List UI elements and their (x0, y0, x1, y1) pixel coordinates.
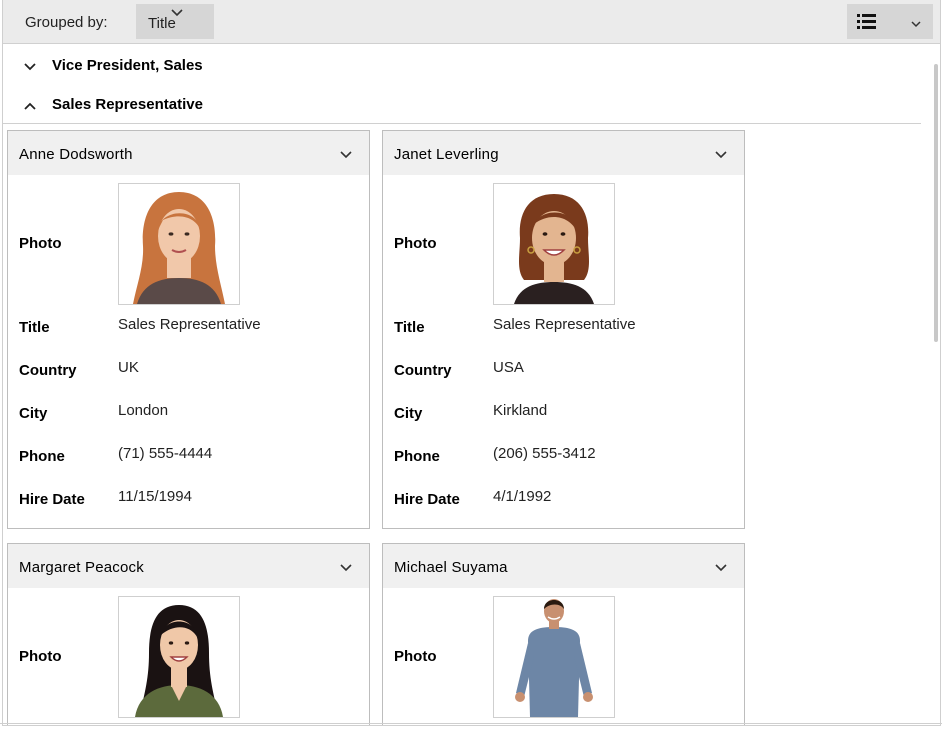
list-view-icon (857, 13, 877, 35)
field-label: Photo (19, 648, 62, 665)
field-label: Phone (19, 448, 65, 465)
field-label: City (19, 405, 48, 422)
field-value: Sales Representative (118, 316, 261, 333)
grouped-by-label: Grouped by: (25, 14, 108, 31)
field-label: Phone (394, 448, 440, 465)
employee-photo (118, 183, 240, 305)
employee-name: Margaret Peacock (19, 559, 144, 576)
field-label: Hire Date (19, 491, 85, 508)
employee-photo (493, 596, 615, 718)
field-value: London (118, 402, 169, 419)
field-row-title: Title Sales Representative (8, 304, 369, 347)
employee-photo (118, 596, 240, 718)
field-label: Country (394, 362, 452, 379)
field-value: Kirkland (493, 402, 548, 419)
photo-row: Photo (383, 588, 744, 718)
field-label: Country (19, 362, 77, 379)
chevron-down-icon[interactable] (339, 560, 353, 578)
group-title: Sales Representative (52, 96, 203, 113)
card-header[interactable]: Anne Dodsworth (8, 131, 369, 175)
field-row-country: Country UK (8, 347, 369, 390)
field-row-hire-date: Hire Date 4/1/1992 (383, 476, 744, 519)
field-row-phone: Phone (206) 555-3412 (383, 433, 744, 476)
field-label: Photo (19, 235, 62, 252)
field-row-city: City Kirkland (383, 390, 744, 433)
field-value: Sales Representative (493, 316, 636, 333)
field-row-city: City London (8, 390, 369, 433)
chevron-down-icon[interactable] (714, 560, 728, 578)
group-header-sales-representative[interactable]: Sales Representative (3, 84, 921, 124)
employee-grouped-view: Grouped by: Title Vice President, Sales … (2, 0, 941, 726)
field-value: 4/1/1992 (493, 488, 552, 505)
group-field-chip[interactable]: Title (136, 4, 214, 39)
field-value: UK (118, 359, 139, 376)
employee-card: Janet Leverling Photo Title Sales Repres… (382, 130, 745, 529)
field-value: 11/15/1994 (118, 488, 192, 505)
chevron-down-icon[interactable] (339, 147, 353, 165)
photo-row: Photo (8, 588, 369, 718)
employee-card: Margaret Peacock Photo (7, 543, 370, 725)
field-row-phone: Phone (71) 555-4444 (8, 433, 369, 476)
field-value: (206) 555-3412 (493, 445, 596, 462)
card-header[interactable]: Janet Leverling (383, 131, 744, 175)
employee-photo (493, 183, 615, 305)
chevron-down-icon (910, 16, 922, 34)
card-header[interactable]: Margaret Peacock (8, 544, 369, 588)
view-mode-dropdown[interactable] (847, 4, 933, 39)
field-label: Title (394, 319, 425, 336)
employee-name: Anne Dodsworth (19, 146, 133, 163)
field-value: USA (493, 359, 524, 376)
photo-row: Photo (8, 175, 369, 305)
group-header-vice-president-sales[interactable]: Vice President, Sales (3, 45, 921, 85)
field-label: City (394, 405, 423, 422)
vertical-scrollbar[interactable] (934, 64, 938, 342)
field-label: Title (19, 319, 50, 336)
employee-name: Michael Suyama (394, 559, 508, 576)
bottom-border (0, 723, 942, 724)
chevron-up-icon[interactable] (23, 98, 37, 116)
grouping-toolbar: Grouped by: Title (3, 0, 940, 44)
field-row-country: Country USA (383, 347, 744, 390)
group-title: Vice President, Sales (52, 57, 203, 74)
field-row-hire-date: Hire Date 11/15/1994 (8, 476, 369, 519)
group-field-label: Title (148, 15, 176, 32)
photo-row: Photo (383, 175, 744, 305)
employee-card: Michael Suyama Photo (382, 543, 745, 725)
chevron-down-icon[interactable] (23, 59, 37, 77)
field-label: Photo (394, 235, 437, 252)
employee-card: Anne Dodsworth Photo Title Sales Represe… (7, 130, 370, 529)
card-header[interactable]: Michael Suyama (383, 544, 744, 588)
field-row-title: Title Sales Representative (383, 304, 744, 347)
chevron-down-icon[interactable] (714, 147, 728, 165)
field-value: (71) 555-4444 (118, 445, 213, 462)
employee-name: Janet Leverling (394, 146, 499, 163)
field-label: Photo (394, 648, 437, 665)
field-label: Hire Date (394, 491, 460, 508)
